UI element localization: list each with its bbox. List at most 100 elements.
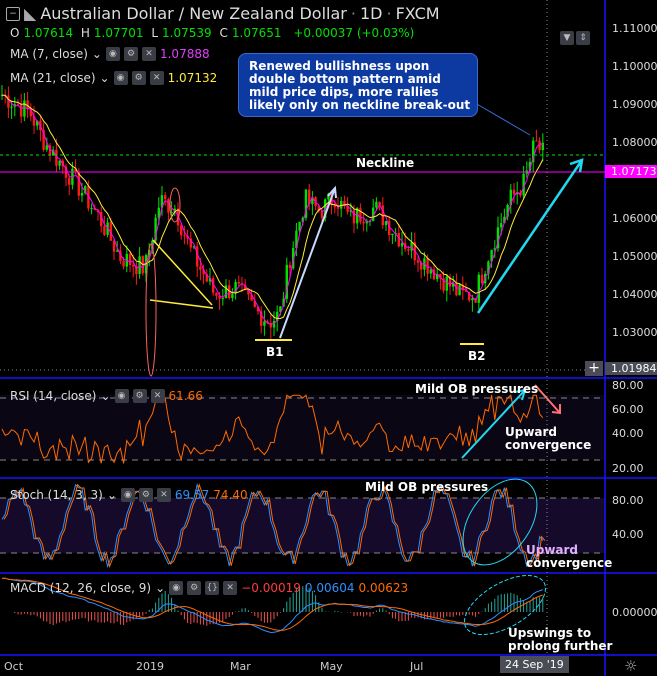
candle <box>199 266 202 270</box>
candle <box>397 232 400 247</box>
rsi-tick: 60.00 <box>612 403 644 416</box>
rsi-tick: 80.00 <box>612 379 644 392</box>
candle <box>116 250 119 252</box>
candle <box>362 221 365 224</box>
candle <box>445 276 448 291</box>
callout-pointer <box>469 99 531 136</box>
price-tick: 1.10000 <box>612 60 657 73</box>
ma7-legend[interactable]: MA (7, close) ⌄ ◉ ⚙ ✕ 1.07888 <box>10 47 210 61</box>
candle <box>410 242 413 251</box>
candle <box>112 240 116 252</box>
candle <box>416 260 420 263</box>
candle <box>80 192 84 196</box>
ohlc-readout: O 1.07614 H 1.07701 L 1.07539 C 1.07651 +0.0… <box>10 26 415 40</box>
ma7-line <box>1 94 543 325</box>
neckline-price-label: 1.07173 <box>605 165 657 178</box>
crosshair-plus-icon: + <box>585 361 603 376</box>
candle <box>375 201 378 208</box>
ma21-line <box>1 94 544 320</box>
candle <box>359 208 362 222</box>
trading-chart[interactable]: − ◣ Australian Dollar / New Zealand Doll… <box>0 0 657 676</box>
candle <box>221 298 224 300</box>
rsi-tick: 40.00 <box>612 427 644 440</box>
close-icon[interactable]: ✕ <box>223 581 238 595</box>
price-tick: 1.03000 <box>612 326 657 339</box>
macd-note: prolong further <box>508 639 613 653</box>
settings-icon[interactable]: ☼ <box>624 657 637 675</box>
cursor-price-label: 1.01984 <box>605 362 657 375</box>
price-tick: 1.08000 <box>612 136 657 149</box>
close-icon[interactable]: ✕ <box>156 488 171 502</box>
candle <box>132 264 135 267</box>
candle <box>288 264 292 269</box>
up-arrow-cyan <box>476 158 584 314</box>
close-icon[interactable]: ✕ <box>150 389 165 403</box>
up-arrow <box>279 185 337 339</box>
candle <box>391 233 394 236</box>
gear-icon[interactable]: ⚙ <box>138 488 153 502</box>
candle <box>58 160 61 166</box>
candle <box>477 274 480 303</box>
callout-box: Renewed bullishness upon double bottom p… <box>238 53 478 117</box>
chart-title: − ◣ Australian Dollar / New Zealand Doll… <box>6 4 440 23</box>
stoch-tick: 40.00 <box>612 528 644 541</box>
candle <box>215 292 218 296</box>
candle <box>512 189 516 195</box>
candle <box>458 284 461 296</box>
candle <box>128 253 132 265</box>
price-tick: 1.11000 <box>612 22 657 35</box>
highlight-ellipse <box>145 243 157 377</box>
candle <box>500 223 503 228</box>
candle <box>23 100 26 117</box>
caret-down-icon[interactable]: ▼ <box>560 31 574 45</box>
time-label: Oct <box>4 660 24 673</box>
candle <box>10 106 13 108</box>
candle <box>183 235 186 237</box>
candle <box>164 195 167 200</box>
eye-icon[interactable]: ◉ <box>120 488 135 502</box>
candle <box>471 298 474 301</box>
scale-buttons[interactable]: ▼ ⇕ <box>560 31 590 45</box>
rsi-ob-note: Mild OB pressures <box>415 382 539 396</box>
candle <box>68 177 71 185</box>
eye-icon[interactable]: ◉ <box>169 581 184 595</box>
price-tick: 1.09000 <box>612 98 657 111</box>
collapse-icon[interactable]: − <box>6 6 20 21</box>
rsi-legend[interactable]: RSI (14, close) ⌄ ◉ ⚙ ✕ 61.66 <box>10 389 203 403</box>
macd-legend[interactable]: MACD (12, 26, close, 9) ⌄ ◉ ⚙{} ✕ −0.00019 0.0… <box>10 581 408 595</box>
gear-icon[interactable]: ⚙ <box>132 389 147 403</box>
time-label: 2019 <box>136 660 164 673</box>
candle <box>352 210 356 224</box>
gear-icon[interactable]: ⚙ <box>131 71 146 85</box>
rsi-note: convergence <box>505 438 592 452</box>
b1-label: B1 <box>266 345 284 359</box>
candle <box>455 283 458 296</box>
eye-icon[interactable]: ◉ <box>114 389 129 403</box>
candle <box>231 293 234 298</box>
close-icon[interactable]: ✕ <box>141 47 156 61</box>
candle <box>400 243 404 247</box>
eye-icon[interactable]: ◉ <box>113 71 128 85</box>
stoch-note: convergence <box>526 556 613 570</box>
ma21-legend[interactable]: MA (21, close) ⌄ ◉ ⚙ ✕ 1.07132 <box>10 71 217 85</box>
stoch-legend[interactable]: Stoch (14, 3, 3) ⌄ ◉ ⚙ ✕ 69.57 74.40 <box>10 488 248 502</box>
price-tick: 1.06000 <box>612 212 657 225</box>
gear-icon[interactable]: ⚙ <box>187 581 202 595</box>
b2-label: B2 <box>468 349 486 363</box>
macd-tick: 0.00000 <box>612 606 657 619</box>
candle <box>407 249 410 251</box>
price-tick: 1.05000 <box>612 250 657 263</box>
source-icon[interactable]: {} <box>205 581 220 595</box>
candle <box>263 321 266 326</box>
candle <box>384 221 388 226</box>
gear-icon[interactable]: ⚙ <box>123 47 138 61</box>
candle <box>122 261 125 267</box>
eye-icon[interactable]: ◉ <box>105 47 120 61</box>
candle <box>480 274 484 284</box>
stoch-tick: 80.00 <box>612 494 644 507</box>
candle <box>7 95 10 108</box>
close-icon[interactable]: ✕ <box>149 71 164 85</box>
updown-icon[interactable]: ⇕ <box>576 31 590 45</box>
candle <box>167 199 170 213</box>
cursor-date-label: 24 Sep '19 <box>500 656 569 673</box>
